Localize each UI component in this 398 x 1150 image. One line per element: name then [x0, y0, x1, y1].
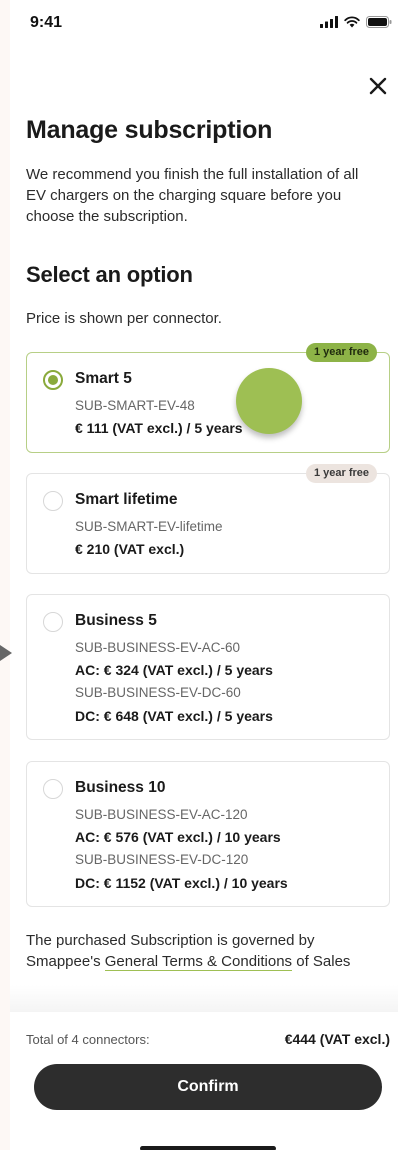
radio-button[interactable]	[43, 612, 63, 632]
free-year-badge: 1 year free	[305, 464, 377, 483]
option-code-ac: SUB-BUSINESS-EV-AC-120	[75, 807, 248, 822]
option-code-dc: SUB-BUSINESS-EV-DC-60	[75, 685, 241, 700]
intro-text: We recommend you finish the full install…	[26, 166, 359, 225]
home-indicator	[140, 1146, 276, 1150]
option-name: Business 10	[75, 779, 166, 796]
free-year-badge: 1 year free	[305, 343, 377, 362]
footer-bar: Total of 4 connectors: €444 (VAT excl.) …	[10, 1012, 398, 1150]
option-price-dc: DC: € 648 (VAT excl.) / 5 years	[75, 708, 273, 724]
option-price-ac: AC: € 576 (VAT excl.) / 10 years	[75, 829, 281, 845]
price-note: Price is shown per connector.	[26, 310, 222, 327]
option-code-dc: SUB-BUSINESS-EV-DC-120	[75, 852, 249, 867]
confirm-button[interactable]: Confirm	[34, 1064, 382, 1110]
status-icons	[320, 16, 392, 28]
page-title: Manage subscription	[26, 116, 273, 144]
terms-link[interactable]: General Terms & Conditions	[104, 953, 293, 971]
option-name: Smart lifetime	[75, 491, 178, 508]
option-name: Business 5	[75, 612, 157, 629]
option-price-ac: AC: € 324 (VAT excl.) / 5 years	[75, 662, 273, 678]
status-bar: 9:41	[10, 0, 398, 48]
option-price-dc: DC: € 1152 (VAT excl.) / 10 years	[75, 875, 288, 891]
total-label: Total of 4 connectors:	[26, 1032, 150, 1047]
close-button[interactable]	[366, 74, 390, 98]
option-code: SUB-SMART-EV-lifetime	[75, 519, 223, 534]
close-icon	[369, 77, 387, 95]
option-price: € 210 (VAT excl.)	[75, 541, 185, 557]
section-title: Select an option	[26, 262, 193, 287]
battery-icon	[366, 16, 392, 28]
option-card-business-5[interactable]: Business 5 SUB-BUSINESS-EV-AC-60 AC: € 3…	[26, 594, 390, 740]
terms-suffix: of Sales	[292, 953, 351, 970]
subscription-screen: 9:41 Manage subscription We recommend yo…	[10, 0, 398, 1150]
radio-button[interactable]	[43, 779, 63, 799]
option-price: € 111 (VAT excl.) / 5 years	[75, 420, 243, 436]
option-card-smart-5[interactable]: 1 year free Smart 5 SUB-SMART-EV-48 € 11…	[26, 343, 390, 453]
side-arrow-icon	[0, 645, 12, 661]
status-time: 9:41	[30, 14, 63, 31]
radio-button[interactable]	[43, 491, 63, 511]
option-name: Smart 5	[75, 370, 132, 387]
option-code: SUB-SMART-EV-48	[75, 398, 195, 413]
option-card-smart-lifetime[interactable]: 1 year free Smart lifetime SUB-SMART-EV-…	[26, 464, 390, 574]
wifi-icon	[344, 16, 360, 28]
total-value: €444 (VAT excl.)	[284, 1031, 390, 1047]
terms-text: The purchased Subscription is governed b…	[26, 930, 386, 972]
signal-icon	[320, 16, 338, 28]
option-card-business-10[interactable]: Business 10 SUB-BUSINESS-EV-AC-120 AC: €…	[26, 761, 390, 907]
scroll-fade	[10, 985, 398, 1015]
option-code-ac: SUB-BUSINESS-EV-AC-60	[75, 640, 241, 655]
radio-button-selected[interactable]	[43, 370, 63, 390]
touch-indicator	[236, 368, 302, 434]
